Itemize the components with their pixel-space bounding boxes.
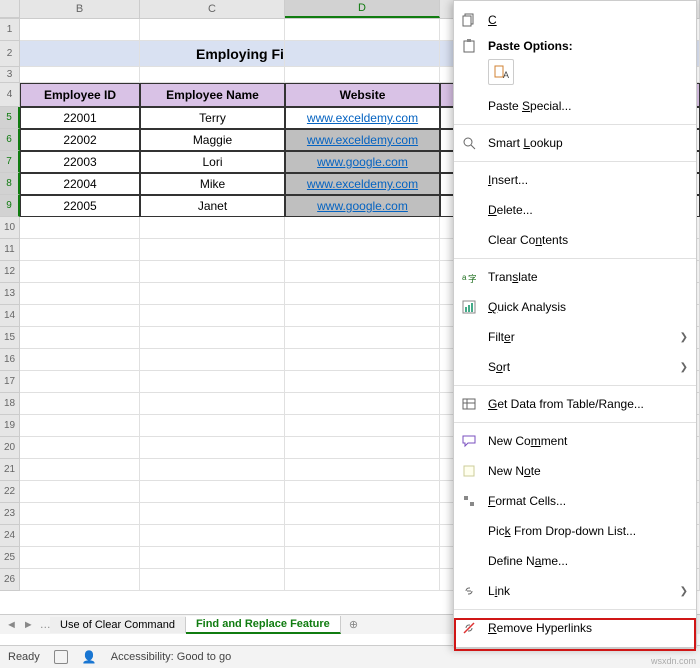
row-header-8[interactable]: 8: [0, 173, 20, 195]
link-icon: [460, 582, 478, 600]
svg-text:a: a: [462, 273, 467, 282]
accessibility-icon: 👤: [82, 650, 97, 664]
tab-nav-next-icon[interactable]: ►: [23, 619, 34, 631]
paste-icon: [460, 37, 478, 55]
paste-text-only-button[interactable]: A: [488, 59, 514, 85]
table-cell[interactable]: 22005: [20, 195, 140, 217]
menu-paste-options-header: Paste Options:: [454, 35, 696, 57]
menu-define-name[interactable]: Define Name...: [454, 546, 696, 576]
row-header[interactable]: 24: [0, 525, 20, 547]
row-header-1[interactable]: 1: [0, 19, 20, 41]
translate-icon: a字: [460, 268, 478, 286]
table-cell[interactable]: Janet: [140, 195, 285, 217]
table-cell-link[interactable]: www.google.com: [285, 151, 440, 173]
table-cell[interactable]: 22002: [20, 129, 140, 151]
macro-record-icon[interactable]: [54, 650, 68, 664]
row-header-2[interactable]: 2: [0, 41, 20, 67]
table-cell-link[interactable]: www.exceldemy.com: [285, 129, 440, 151]
row-header[interactable]: 16: [0, 349, 20, 371]
row-header-7[interactable]: 7: [0, 151, 20, 173]
row-header-5[interactable]: 5: [0, 107, 20, 129]
table-cell[interactable]: 22003: [20, 151, 140, 173]
table-cell[interactable]: Terry: [140, 107, 285, 129]
quick-analysis-icon: [460, 298, 478, 316]
add-sheet-icon[interactable]: ⊕: [341, 618, 366, 631]
table-icon: [460, 395, 478, 413]
col-header-B[interactable]: B: [20, 0, 140, 18]
menu-insert[interactable]: Insert...: [454, 165, 696, 195]
col-header-D[interactable]: D: [285, 0, 440, 18]
menu-copy[interactable]: C: [454, 5, 696, 35]
row-header[interactable]: 17: [0, 371, 20, 393]
tab-nav-prev-icon[interactable]: ◄: [6, 619, 17, 631]
row-header[interactable]: 14: [0, 305, 20, 327]
table-header-id[interactable]: Employee ID: [20, 83, 140, 107]
format-icon: [460, 492, 478, 510]
menu-sort[interactable]: Sort❯: [454, 352, 696, 382]
menu-clear-contents[interactable]: Clear Contents: [454, 225, 696, 255]
table-cell[interactable]: Mike: [140, 173, 285, 195]
chevron-right-icon: ❯: [680, 586, 688, 597]
status-ready: Ready: [8, 651, 40, 663]
note-icon: [460, 462, 478, 480]
row-header-3[interactable]: 3: [0, 67, 20, 83]
row-header[interactable]: 13: [0, 283, 20, 305]
row-header[interactable]: 20: [0, 437, 20, 459]
menu-new-comment[interactable]: New Comment: [454, 426, 696, 456]
row-header[interactable]: 10: [0, 217, 20, 239]
row-header[interactable]: 26: [0, 569, 20, 591]
status-bar: Ready 👤 Accessibility: Good to go: [0, 645, 700, 668]
chevron-right-icon: ❯: [680, 362, 688, 373]
table-header-name[interactable]: Employee Name: [140, 83, 285, 107]
table-cell-link[interactable]: www.exceldemy.com: [285, 173, 440, 195]
row-header[interactable]: 19: [0, 415, 20, 437]
menu-filter[interactable]: Filter❯: [454, 322, 696, 352]
sheet-tab-active[interactable]: Find and Replace Feature: [186, 616, 341, 634]
row-header[interactable]: 25: [0, 547, 20, 569]
row-header[interactable]: 23: [0, 503, 20, 525]
menu-link[interactable]: Link❯: [454, 576, 696, 606]
sheet-tab[interactable]: Use of Clear Command: [50, 617, 186, 633]
menu-format-cells[interactable]: Format Cells...: [454, 486, 696, 516]
comment-icon: [460, 432, 478, 450]
menu-delete[interactable]: Delete...: [454, 195, 696, 225]
table-cell[interactable]: Maggie: [140, 129, 285, 151]
chevron-right-icon: ❯: [680, 332, 688, 343]
select-all-cell[interactable]: [0, 0, 20, 18]
row-header[interactable]: 22: [0, 481, 20, 503]
menu-smart-lookup[interactable]: Smart Lookup: [454, 128, 696, 158]
svg-text:A: A: [503, 70, 509, 80]
menu-get-data[interactable]: Get Data from Table/Range...: [454, 389, 696, 419]
table-cell-link[interactable]: www.exceldemy.com: [285, 107, 440, 129]
svg-text:字: 字: [468, 273, 476, 284]
row-header-4[interactable]: 4: [0, 83, 20, 107]
table-cell[interactable]: 22001: [20, 107, 140, 129]
accessibility-status[interactable]: Accessibility: Good to go: [111, 651, 231, 663]
table-header-website[interactable]: Website: [285, 83, 440, 107]
menu-remove-hyperlinks[interactable]: Remove Hyperlinks: [454, 613, 696, 643]
copy-icon: [460, 11, 478, 29]
menu-translate[interactable]: a字 Translate: [454, 262, 696, 292]
row-header[interactable]: 18: [0, 393, 20, 415]
search-icon: [460, 134, 478, 152]
watermark: wsxdn.com: [651, 656, 696, 666]
menu-paste-special[interactable]: Paste Special...: [454, 91, 696, 121]
table-cell[interactable]: Lori: [140, 151, 285, 173]
row-header-6[interactable]: 6: [0, 129, 20, 151]
row-header[interactable]: 12: [0, 261, 20, 283]
menu-quick-analysis[interactable]: Quick Analysis: [454, 292, 696, 322]
remove-link-icon: [460, 619, 478, 637]
row-header[interactable]: 11: [0, 239, 20, 261]
table-cell-link[interactable]: www.google.com: [285, 195, 440, 217]
context-menu: C Paste Options: A Paste Special... Smar…: [453, 0, 697, 648]
menu-pick-list[interactable]: Pick From Drop-down List...: [454, 516, 696, 546]
row-header-9[interactable]: 9: [0, 195, 20, 217]
col-header-C[interactable]: C: [140, 0, 285, 18]
page-title: Employing Find and Replace Feature: [196, 46, 285, 62]
row-header[interactable]: 21: [0, 459, 20, 481]
row-header[interactable]: 15: [0, 327, 20, 349]
menu-new-note[interactable]: New Note: [454, 456, 696, 486]
table-cell[interactable]: 22004: [20, 173, 140, 195]
